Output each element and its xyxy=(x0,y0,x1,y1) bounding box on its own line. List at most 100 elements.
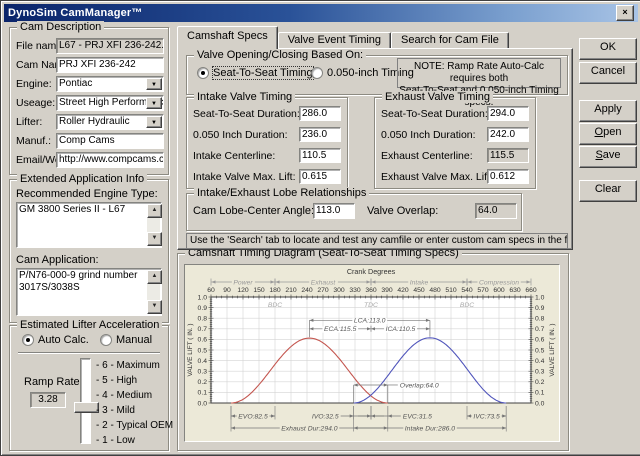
svg-text:0.5: 0.5 xyxy=(198,347,208,354)
intake-050-duration-field[interactable]: 236.0 xyxy=(299,127,341,142)
save-button[interactable]: Save xyxy=(579,146,637,168)
cam-application-textarea[interactable]: P/N76-000-9 grind number 3017S/3038S ▲ ▼ xyxy=(16,268,162,316)
svg-text:ECA:115.5: ECA:115.5 xyxy=(324,326,357,333)
slider-scale-label: - 6 - Maximum xyxy=(96,360,160,371)
dropdown-arrow-icon[interactable]: ▼ xyxy=(146,78,162,90)
auto-calc-radio-label: Auto Calc. xyxy=(38,334,89,346)
svg-text:Exhaust Dur:294.0: Exhaust Dur:294.0 xyxy=(281,425,338,432)
svg-text:90: 90 xyxy=(223,287,231,294)
file-name-value: L67 - PRJ XFI 236-242.cam xyxy=(59,40,164,51)
ramp-rate-note: NOTE: Ramp Rate Auto-Calc requires both … xyxy=(397,58,561,108)
svg-text:EVC:31.5: EVC:31.5 xyxy=(403,413,432,420)
svg-text:480: 480 xyxy=(429,287,441,294)
svg-text:0.9: 0.9 xyxy=(535,305,545,312)
cam-lobe-center-angle-field[interactable]: 113.0 xyxy=(313,203,355,219)
cam-application-text: P/N76-000-9 grind number 3017S/3038S xyxy=(19,270,138,293)
ramp-rate-value: 3.28 xyxy=(30,392,66,408)
tab-bar: Camshaft Specs Valve Event Timing Search f… xyxy=(177,26,509,49)
manuf-label: Manuf.: xyxy=(16,135,52,147)
svg-text:Intake Dur:286.0: Intake Dur:286.0 xyxy=(405,425,455,432)
svg-text:0.2: 0.2 xyxy=(535,379,545,386)
scroll-up-icon[interactable]: ▲ xyxy=(147,204,162,218)
scroll-down-icon[interactable]: ▼ xyxy=(147,232,162,246)
intake-max-lift-label: Intake Valve Max. Lift: xyxy=(193,171,296,183)
ramp-rate-slider-track[interactable] xyxy=(80,358,91,444)
svg-text:120: 120 xyxy=(237,287,249,294)
svg-text:0.9: 0.9 xyxy=(198,305,208,312)
svg-text:VALVE LIFT ( IN. ): VALVE LIFT ( IN. ) xyxy=(549,323,556,376)
svg-text:1.0: 1.0 xyxy=(198,294,208,301)
separator xyxy=(18,352,160,354)
useage-field[interactable]: Street High Performance ▼ xyxy=(56,95,164,111)
engine-type-textarea[interactable]: GM 3800 Series II - L67 ▲ ▼ xyxy=(16,202,162,248)
dropdown-arrow-icon[interactable]: ▼ xyxy=(146,116,162,128)
intake-centerline-field[interactable]: 110.5 xyxy=(299,148,341,163)
intake-seat-duration-field[interactable]: 286.0 xyxy=(299,106,341,121)
ok-button[interactable]: OK xyxy=(579,38,637,60)
clear-button[interactable]: Clear xyxy=(579,180,637,202)
cancel-button[interactable]: Cancel xyxy=(579,62,637,84)
valve-overlap-field: 64.0 xyxy=(475,203,517,219)
scroll-up-icon[interactable]: ▲ xyxy=(147,270,162,284)
cam-application-scrollbar[interactable]: ▲ ▼ xyxy=(147,270,162,314)
engine-type-scrollbar[interactable]: ▲ ▼ xyxy=(147,204,162,246)
svg-text:210: 210 xyxy=(285,287,297,294)
svg-text:EVO:82.5: EVO:82.5 xyxy=(238,413,268,420)
svg-text:Intake: Intake xyxy=(410,279,429,286)
lobe-relationships-group: Intake/Exhaust Lobe Relationships Cam Lo… xyxy=(186,187,522,231)
tab-search-for-cam-file[interactable]: Search for Cam File xyxy=(391,32,509,49)
close-icon: × xyxy=(622,7,628,17)
svg-text:TDC: TDC xyxy=(364,302,378,309)
exhaust-seat-duration-field[interactable]: 294.0 xyxy=(487,106,529,121)
manual-radio[interactable]: Manual xyxy=(100,334,152,346)
exhaust-max-lift-field[interactable]: 0.612 xyxy=(487,169,529,184)
svg-text:360: 360 xyxy=(365,287,377,294)
svg-text:VALVE LIFT ( IN. ): VALVE LIFT ( IN. ) xyxy=(187,323,194,376)
svg-text:660: 660 xyxy=(525,287,537,294)
tab-camshaft-specs[interactable]: Camshaft Specs xyxy=(177,26,278,49)
exhaust-centerline-label: Exhaust Centerline: xyxy=(381,150,473,162)
slider-scale-label: - 2 - Typical OEM xyxy=(96,420,174,431)
dropdown-arrow-icon[interactable]: ▼ xyxy=(146,97,162,109)
tab-valve-event-timing[interactable]: Valve Event Timing xyxy=(277,32,392,49)
svg-text:270: 270 xyxy=(317,287,329,294)
lifter-field[interactable]: Roller Hydraulic ▼ xyxy=(56,114,164,130)
exhaust-050-duration-field[interactable]: 242.0 xyxy=(487,127,529,142)
lifter-value: Roller Hydraulic xyxy=(59,116,130,127)
svg-text:300: 300 xyxy=(333,287,345,294)
intake-max-lift-field[interactable]: 0.615 xyxy=(299,169,341,184)
svg-text:Exhaust: Exhaust xyxy=(311,279,337,286)
svg-text:390: 390 xyxy=(381,287,393,294)
scroll-down-icon[interactable]: ▼ xyxy=(147,300,162,314)
extended-application-info-group: Extended Application Info Recommended En… xyxy=(9,173,169,323)
camshaft-timing-chart: 60 90 120 150 180 210 240 270 300 330 360 390 420 450… xyxy=(187,267,556,432)
close-button[interactable]: × xyxy=(616,5,634,21)
svg-text:BDC: BDC xyxy=(268,302,282,309)
svg-text:ICA:110.5: ICA:110.5 xyxy=(386,326,416,333)
exhaust-050-duration-label: 0.050 Inch Duration: xyxy=(381,129,476,141)
svg-text:60: 60 xyxy=(207,287,215,294)
svg-text:150: 150 xyxy=(253,287,265,294)
svg-text:Crank Degrees: Crank Degrees xyxy=(347,267,396,276)
exhaust-seat-duration-label: Seat-To-Seat Duration: xyxy=(381,108,488,120)
timing-diagram-group: Camshaft Timing Diagram (Seat-To-Seat Ti… xyxy=(177,247,569,451)
engine-type-text: GM 3800 Series II - L67 xyxy=(19,204,126,215)
svg-text:0.2: 0.2 xyxy=(198,379,208,386)
svg-text:Compression: Compression xyxy=(479,279,519,286)
email-web-field[interactable]: http://www.compcams.com xyxy=(56,152,164,168)
manuf-field[interactable]: Comp Cams xyxy=(56,133,164,149)
note-line-1: NOTE: Ramp Rate Auto-Calc requires both xyxy=(413,61,545,84)
engine-field[interactable]: Pontiac ▼ xyxy=(56,76,164,92)
seat-to-seat-timing-radio-label: Seat-To-Seat Timing xyxy=(212,66,314,80)
svg-text:240: 240 xyxy=(301,287,313,294)
open-button[interactable]: Open xyxy=(579,123,637,145)
cam-description-group: Cam Description File name: L67 - PRJ XFI … xyxy=(9,21,169,175)
cam-name-field[interactable]: PRJ XFI 236-242 xyxy=(56,57,164,73)
apply-button[interactable]: Apply xyxy=(579,100,637,122)
exhaust-valve-timing-group: Exhaust Valve Timing Seat-To-Seat Durati… xyxy=(374,91,536,189)
svg-text:510: 510 xyxy=(445,287,457,294)
auto-calc-radio[interactable]: Auto Calc. xyxy=(22,334,89,346)
seat-to-seat-timing-radio[interactable]: Seat-To-Seat Timing xyxy=(197,66,314,80)
recommended-engine-type-label: Recommended Engine Type: xyxy=(16,188,158,200)
search-hint-text: Use the 'Search' tab to locate and test … xyxy=(186,233,568,249)
